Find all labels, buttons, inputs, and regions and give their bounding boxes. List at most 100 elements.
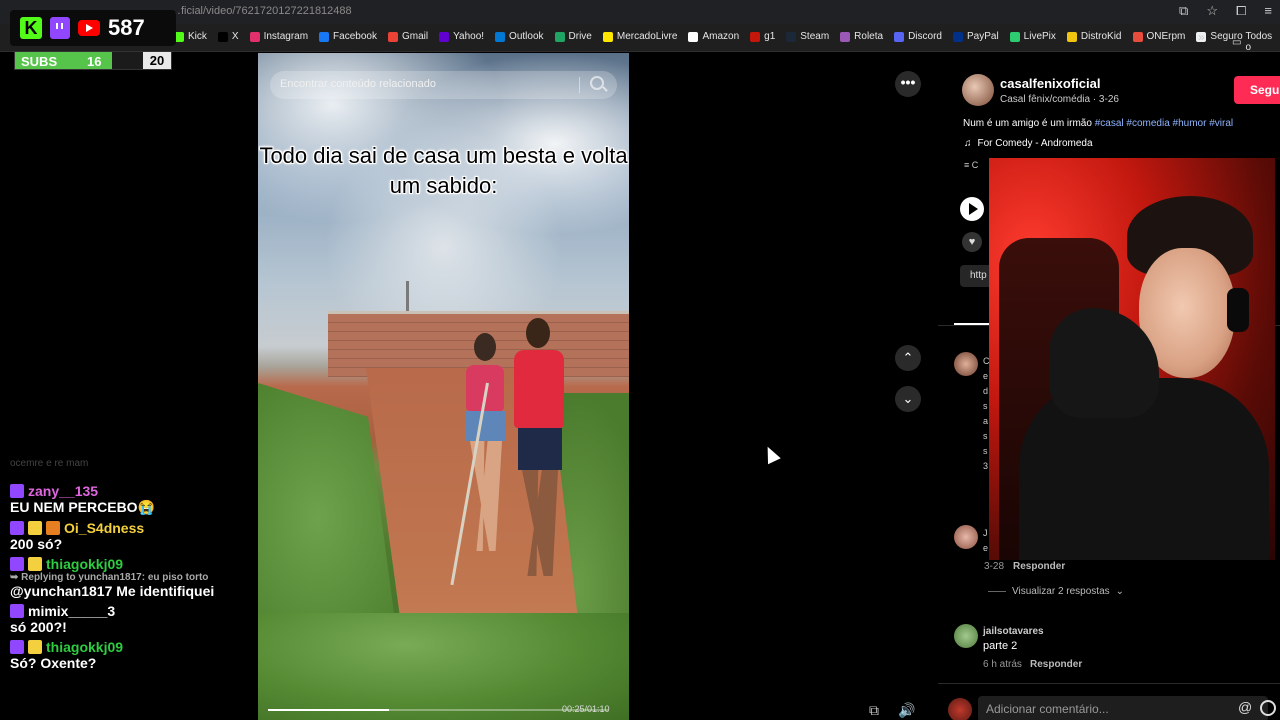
music-title[interactable]: For Comedy - Andromeda [978,138,1093,149]
bookmark-item[interactable]: Yahoo! [439,31,484,42]
bookmark-item[interactable]: Steam [786,31,829,42]
related-search-input[interactable]: Encontrar conteúdo relacionado [270,71,617,99]
follow-button[interactable]: Segui [1234,76,1280,104]
chat-username[interactable]: Oi_S4dness [64,520,144,536]
bookmark-item[interactable]: ONErpm [1132,31,1185,42]
bookmark-item[interactable]: Gmail [387,31,429,42]
pip-icon[interactable]: ⧉ [863,699,885,720]
video-player[interactable]: Todo dia sai de casa um besta e volta um… [258,53,629,720]
bookmark-item[interactable]: DistroKid [1066,31,1122,42]
woman-shorts [466,411,506,441]
reply-button[interactable]: Responder [1030,659,1082,670]
bookmark-item[interactable]: Amazon [688,31,739,42]
bookmark-favicon-icon [894,31,905,42]
avatar [948,698,972,720]
bookmark-item[interactable]: MercadoLivre [602,31,677,42]
search-icon[interactable] [590,76,604,90]
mention-icon[interactable]: @ [1238,699,1252,715]
streamer-webcam [989,158,1275,560]
install-app-icon[interactable]: ⧉ [1179,3,1188,19]
folder-icon: ▭ [1232,36,1242,48]
previous-video-button[interactable]: ⌃ [895,345,921,371]
bookmark-item[interactable]: g1 [750,31,775,42]
chat-username[interactable]: zany__135 [28,483,98,499]
twitch-logo-icon [50,17,70,39]
twitch-badge-icon [10,640,24,654]
comment-line: J [983,528,988,538]
comment-text: parte 2 [983,640,1018,652]
music-row[interactable]: ♫ For Comedy - Andromeda [964,138,1093,149]
hashtag-link[interactable]: #humor [1173,118,1207,129]
chat-message: Oi_S4dness 200 só? [10,520,255,552]
view-replies-label[interactable]: Visualizar 2 respostas [1012,586,1110,597]
man-figure [508,318,570,586]
author-subline: Casal fênix/comédia · 3-26 [1000,94,1119,105]
hashtag-link[interactable]: #viral [1209,118,1233,129]
chat-text: @yunchan1817 Me identifiquei [10,583,215,599]
bookmark-item[interactable]: Kick [174,31,207,42]
subs-goal-bar: SUBS 16 20 [14,51,172,70]
comment-input[interactable]: Adicionar comentário... [978,696,1268,720]
bookmark-favicon-icon [750,31,761,42]
kick-logo-icon: K [20,17,42,39]
bookmark-item[interactable]: Facebook [319,31,377,42]
chat-user-line: thiagokkj09 [10,556,255,572]
video-progress-bar[interactable] [268,709,608,711]
heart-icon[interactable]: ♥ [962,232,982,252]
bookmark-label: DistroKid [1080,31,1122,42]
chat-message: thiagokkj09 ➥ Replying to yunchan1817: eu… [10,556,255,599]
bookmark-item[interactable]: Roleta [840,31,883,42]
commenter-avatar[interactable] [954,624,978,648]
extensions-icon[interactable]: ⧠ [1236,3,1246,19]
menu-icon[interactable]: ≡ [1264,3,1272,19]
play-icon[interactable] [960,197,984,221]
author-avatar[interactable] [962,74,994,106]
bookmark-label: Facebook [333,31,377,42]
bookmarks-more-button[interactable]: » [1198,30,1205,44]
volume-icon[interactable]: 🔊 [896,699,918,720]
chat-username[interactable]: thiagokkj09 [46,639,123,655]
bookmark-favicon-icon [319,31,330,42]
commenter-avatar[interactable] [954,352,978,376]
view-replies-button[interactable]: Visualizar 2 respostas ⌄ [988,586,1124,597]
bookmark-item[interactable]: PayPal [952,31,999,42]
chat-reply-context: ➥ Replying to yunchan1817: eu piso torto [10,572,209,583]
bookmark-item[interactable]: X [217,31,239,42]
chat-username[interactable]: mimix_____3 [28,603,115,619]
chat-user-line: Oi_S4dness [10,520,255,536]
more-options-button[interactable]: ••• [895,71,921,97]
bookmark-item[interactable]: Discord [894,31,942,42]
bookmark-label: PayPal [966,31,999,42]
emoji-icon[interactable] [1260,700,1276,716]
chat-text: só 200?! [10,619,67,635]
chat-username[interactable]: thiagokkj09 [46,556,123,572]
comment-date: 3-28 [984,561,1005,572]
man-head [526,318,550,348]
next-video-button[interactable]: ⌄ [895,386,921,412]
viewer-count: 587 [108,15,145,40]
commenter-avatar[interactable] [954,525,978,549]
all-bookmarks-folder[interactable]: ▭ Todos o [1232,31,1280,53]
hashtag-link[interactable]: #casal [1095,118,1124,129]
bookmark-star-icon[interactable]: ☆ [1206,3,1218,19]
headset-icon [1227,288,1249,332]
bookmark-label: Yahoo! [453,31,485,42]
bookmark-favicon-icon [495,31,506,42]
reply-button[interactable]: Responder [1013,561,1065,572]
bookmark-item[interactable]: Drive [554,31,592,42]
bookmark-label: Gmail [401,31,429,42]
comment-snippet: J e [983,526,988,556]
address-bar[interactable]: …ficial/video/7621720127221812488 [170,5,352,17]
bookmark-item[interactable]: Outlook [495,31,544,42]
author-username[interactable]: casalfenixoficial [1000,76,1100,91]
bookmark-favicon-icon [249,31,260,42]
bookmark-item[interactable]: Instagram [249,31,309,42]
bookmark-label: g1 [764,31,776,42]
comment-username[interactable]: jailsotavares [983,626,1044,637]
subscriber-badge-icon [28,640,42,654]
bookmark-item[interactable]: LivePix [1009,31,1056,42]
bookmark-label: Instagram [263,31,309,42]
hashtag-link[interactable]: #comedia [1126,118,1169,129]
video-progress-fill [268,709,390,711]
subs-label: SUBS [21,54,58,69]
